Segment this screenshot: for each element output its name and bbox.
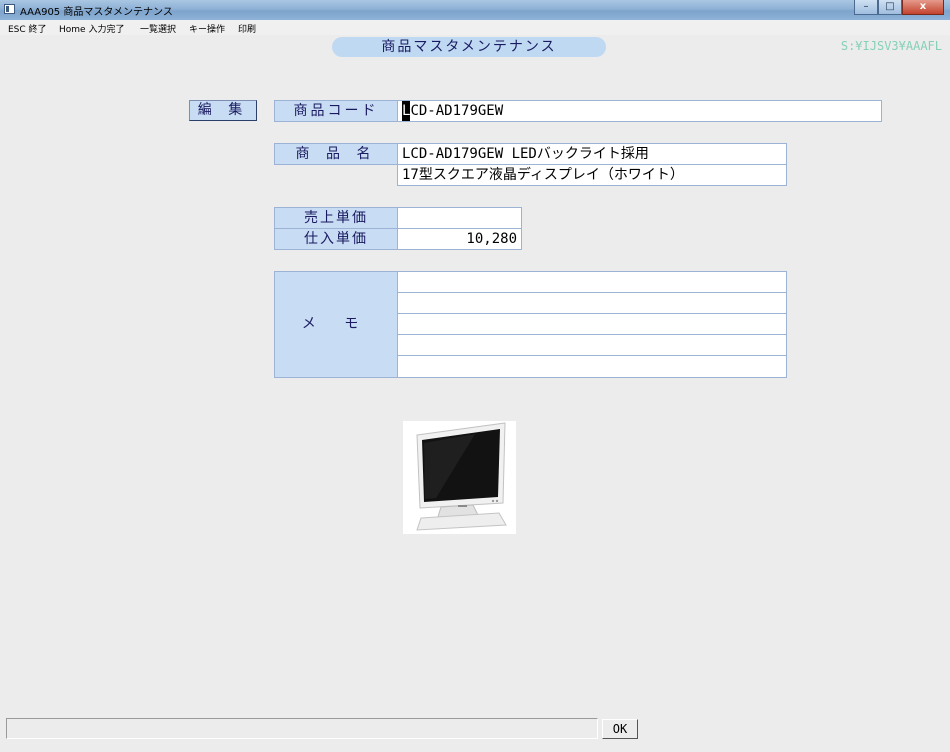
memo-line-4-input[interactable] — [397, 334, 787, 356]
app-icon[interactable] — [4, 4, 15, 14]
memo-label: メ モ — [274, 271, 398, 378]
menu-list-select[interactable]: 一覧選択 — [140, 22, 176, 35]
memo-line-2-input[interactable] — [397, 292, 787, 314]
data-path: S:¥IJSV3¥AAAFL — [840, 39, 942, 53]
application-window: AAA905 商品マスタメンテナンス – □ x ESC 終了 Home 入力完… — [0, 0, 950, 752]
purchase-price-input[interactable]: 10,280 — [397, 228, 522, 250]
window-controls: – □ x — [854, 0, 944, 15]
memo-line-3-input[interactable] — [397, 313, 787, 335]
product-name-line2-input[interactable]: 17型スクエア液晶ディスプレイ（ホワイト） — [397, 164, 787, 186]
ok-button[interactable]: OK — [602, 719, 638, 739]
status-message-field — [6, 718, 598, 739]
menu-esc-exit[interactable]: ESC 終了 — [8, 22, 47, 35]
window-title: AAA905 商品マスタメンテナンス — [20, 7, 173, 18]
lcd-monitor-icon — [416, 422, 507, 531]
sales-price-label: 売上単価 — [274, 207, 398, 229]
mode-edit-button[interactable]: 編 集 — [189, 100, 257, 121]
menu-bar: ESC 終了 Home 入力完了 一覧選択 キー操作 印刷 — [0, 20, 950, 35]
product-code-input[interactable]: LCD-AD179GEW — [397, 100, 882, 122]
maximize-button[interactable]: □ — [878, 0, 902, 15]
menu-print[interactable]: 印刷 — [238, 22, 256, 35]
product-name-line1-input[interactable]: LCD-AD179GEW LEDバックライト採用 — [397, 143, 787, 165]
memo-line-5-input[interactable] — [397, 355, 787, 378]
sales-price-input[interactable] — [397, 207, 522, 229]
product-code-label: 商品コード — [274, 100, 398, 122]
product-image — [403, 421, 516, 534]
screen-title: 商品マスタメンテナンス — [332, 37, 606, 57]
product-code-value: CD-AD179GEW — [410, 103, 504, 119]
minimize-button[interactable]: – — [854, 0, 878, 15]
purchase-price-label: 仕入単価 — [274, 228, 398, 250]
menu-key-operation[interactable]: キー操作 — [189, 22, 225, 35]
memo-line-1-input[interactable] — [397, 271, 787, 293]
close-button[interactable]: x — [902, 0, 944, 15]
title-bar[interactable]: AAA905 商品マスタメンテナンス – □ x — [0, 0, 950, 20]
menu-home-input-complete[interactable]: Home 入力完了 — [59, 22, 124, 35]
product-name-label: 商 品 名 — [274, 143, 398, 165]
